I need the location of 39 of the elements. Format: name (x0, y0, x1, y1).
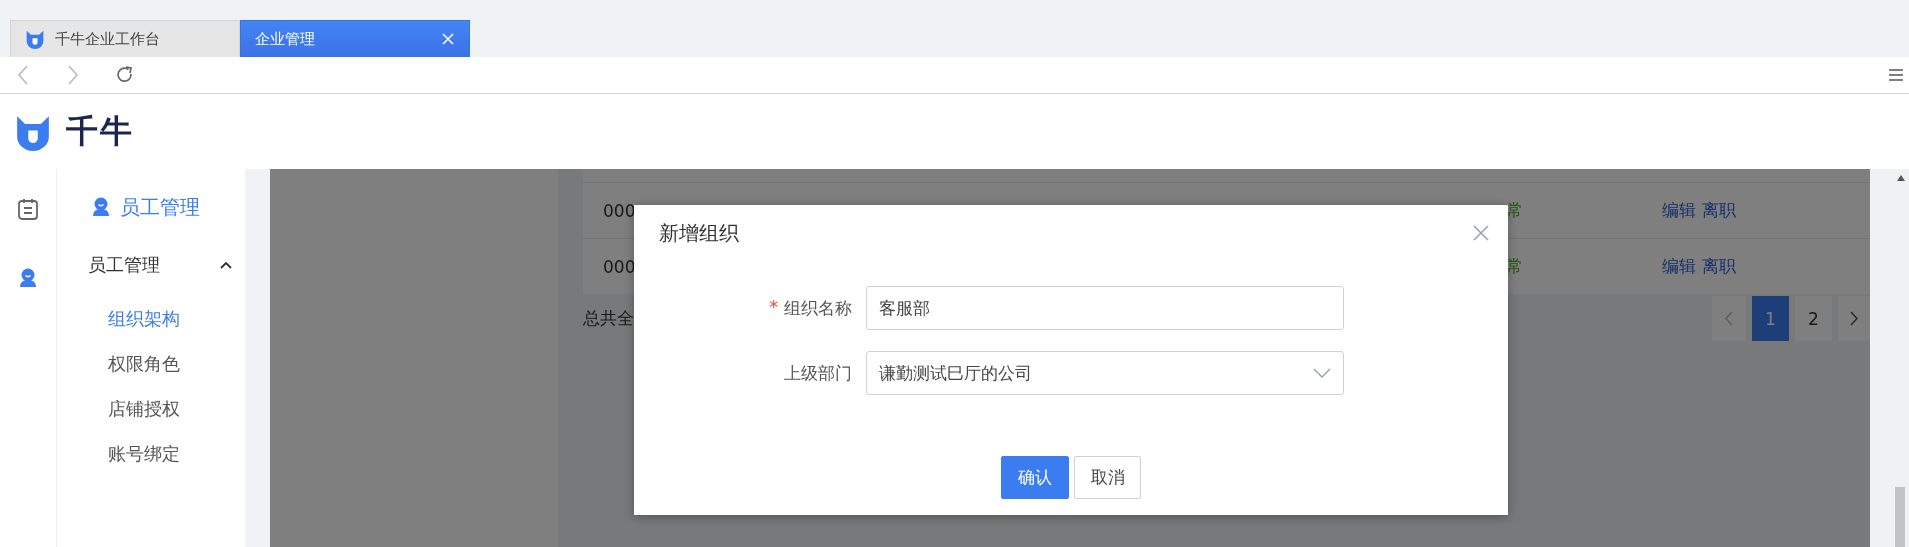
scroll-up-icon[interactable] (1897, 175, 1905, 181)
menu-icon[interactable] (1889, 69, 1903, 81)
logo-icon (25, 29, 45, 49)
reload-icon[interactable] (116, 66, 134, 84)
required-mark: * (769, 296, 778, 319)
select-field[interactable]: 谦勤测试巳厅的公司 (866, 351, 1344, 395)
action-link[interactable]: 离职 (1702, 199, 1736, 222)
status-text: 常 (1506, 199, 1524, 222)
action-link[interactable]: 编辑 (1662, 255, 1696, 278)
page-button[interactable]: 1 (1752, 296, 1789, 341)
person-icon[interactable] (18, 267, 38, 289)
logo-text: 千牛 (66, 110, 134, 152)
table-cell-text: 000 (603, 200, 637, 221)
menu-item[interactable]: 组织架构 (57, 306, 245, 332)
menu-item[interactable]: 权限角色 (57, 351, 245, 377)
field-label: 组织名称 (784, 296, 852, 320)
confirm-button[interactable]: 确认 (1001, 456, 1069, 499)
dialog-title: 新增组织 (659, 219, 739, 247)
action-link[interactable]: 编辑 (1662, 199, 1696, 222)
caret-icon[interactable] (220, 261, 232, 269)
field-label: 上级部门 (784, 361, 852, 385)
scrollbar-thumb[interactable] (1895, 487, 1905, 547)
menu-item[interactable]: 账号绑定 (57, 441, 245, 467)
summary-text: 总共全 (583, 307, 634, 330)
status-text: 常 (1506, 255, 1524, 278)
menu-item[interactable]: 店铺授权 (57, 396, 245, 422)
menu-group[interactable]: 员工管理 (57, 252, 245, 278)
browser-tab[interactable]: 千牛企业工作台 (10, 20, 240, 57)
clipboard-icon[interactable] (17, 197, 39, 221)
page-button[interactable]: 2 (1795, 296, 1832, 341)
table-cell-text: 000 (603, 256, 637, 277)
close-icon[interactable] (1473, 225, 1489, 241)
person-icon (91, 196, 111, 218)
sidebar-title: 员工管理 (120, 193, 200, 221)
cancel-button[interactable]: 取消 (1074, 456, 1141, 499)
browser-tab[interactable]: 企业管理 (240, 20, 470, 57)
chevron-down-icon (1313, 368, 1331, 378)
input-field[interactable]: 客服部 (866, 286, 1344, 330)
action-link[interactable]: 离职 (1702, 255, 1736, 278)
